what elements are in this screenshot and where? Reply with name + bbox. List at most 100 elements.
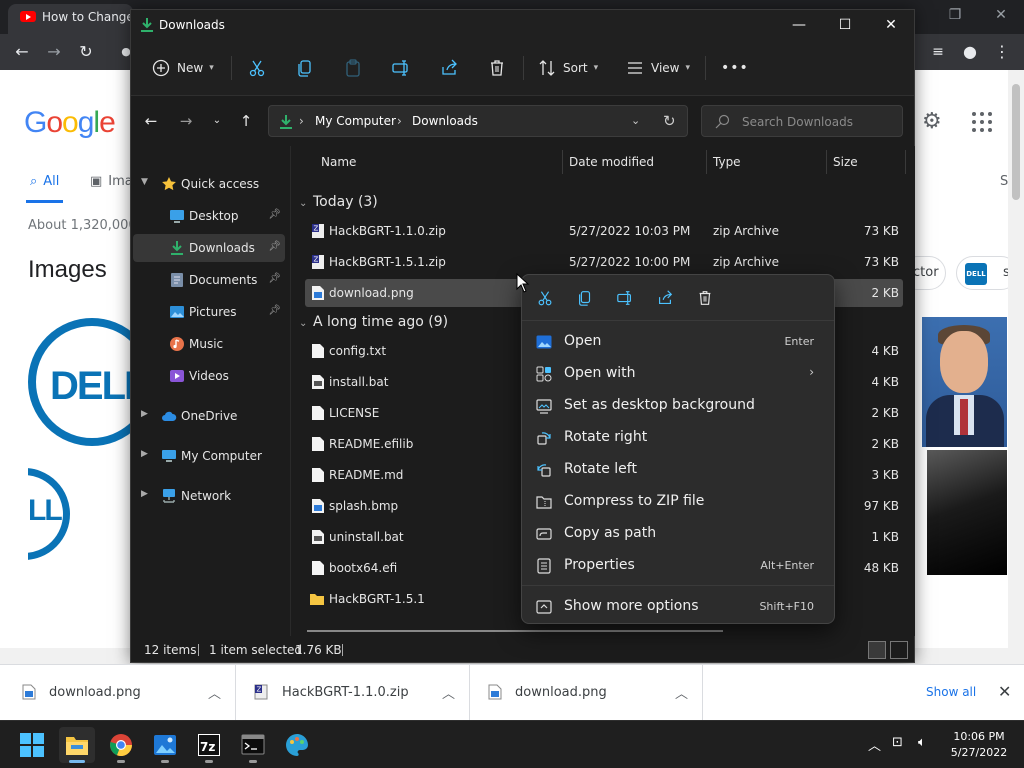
chrome-close-icon[interactable]: ✕ [978, 0, 1024, 30]
search-box[interactable]: Search Downloads [701, 105, 903, 137]
nav-pictures[interactable]: Pictures 📌︎ [133, 298, 285, 326]
taskbar-terminal[interactable] [235, 727, 271, 763]
menu-item-set-desktop-background[interactable]: Set as desktop background [528, 390, 828, 422]
new-button[interactable]: New ▾ [151, 56, 214, 80]
chevron-up-icon[interactable]: ︿ [675, 683, 688, 702]
large-icons-view-icon[interactable] [890, 641, 908, 659]
refresh-icon[interactable]: ↻ [663, 112, 676, 130]
menu-item-open[interactable]: Open Enter [528, 326, 828, 358]
nav-quick-access[interactable]: ▼ Quick access [133, 170, 285, 198]
nav-videos[interactable]: Videos [133, 362, 285, 390]
taskbar-chrome[interactable] [103, 727, 139, 763]
chrome-tab[interactable]: How to Change [8, 4, 133, 34]
cut-button[interactable] [247, 56, 267, 80]
back-arrow-icon[interactable]: ← [10, 40, 34, 64]
menu-item-compress-zip[interactable]: Compress to ZIP file [528, 486, 828, 518]
breadcrumb-chevron-icon[interactable]: › [397, 114, 402, 128]
gear-icon[interactable]: ⚙ [922, 110, 946, 134]
taskbar-file-explorer[interactable] [59, 727, 95, 763]
forward-arrow-icon[interactable]: → [42, 40, 66, 64]
taskbar-photos[interactable] [147, 727, 183, 763]
chevron-up-icon[interactable]: ︿ [868, 735, 881, 754]
more-options-button[interactable]: ••• [721, 56, 749, 80]
column-header-name[interactable]: Name [321, 155, 356, 169]
taskbar-7zip[interactable]: 7z [191, 727, 227, 763]
nav-network[interactable]: ▶ Network [133, 482, 285, 510]
download-item[interactable]: download.png ︿ [470, 665, 703, 721]
menu-item-properties[interactable]: Properties Alt+Enter [528, 550, 828, 582]
breadcrumb-downloads[interactable]: Downloads [412, 114, 478, 128]
chevron-up-icon[interactable]: ︿ [208, 683, 221, 702]
menu-item-show-more-options[interactable]: Show more options Shift+F10 [528, 591, 828, 623]
up-arrow-icon[interactable]: ↑ [234, 109, 258, 133]
trash-icon[interactable] [696, 289, 714, 307]
chevron-down-icon[interactable]: ▼ [141, 177, 148, 187]
download-item[interactable]: Z HackBGRT-1.1.0.zip ︿ [236, 665, 470, 721]
profile-icon[interactable]: ● [958, 40, 982, 64]
nav-music[interactable]: Music [133, 330, 285, 358]
chevron-up-icon[interactable]: ︿ [442, 683, 455, 702]
vertical-scrollbar[interactable] [1008, 70, 1024, 664]
rename-button[interactable] [391, 56, 411, 80]
group-header-long-ago[interactable]: ⌄ A long time ago (9) [299, 314, 448, 330]
start-button[interactable] [14, 727, 50, 763]
share-button[interactable] [439, 56, 459, 80]
close-icon[interactable]: ✕ [868, 10, 914, 40]
nav-desktop[interactable]: Desktop 📌︎ [133, 202, 285, 230]
volume-icon[interactable]: 🔈︎ [918, 735, 926, 750]
recent-locations-icon[interactable]: ⌄ [205, 109, 229, 133]
view-button[interactable]: View ▾ [625, 56, 690, 80]
person-photo[interactable] [922, 317, 1007, 447]
forward-arrow-icon[interactable]: → [174, 109, 198, 133]
nav-my-computer[interactable]: ▶ My Computer [133, 442, 285, 470]
scrollbar-thumb[interactable] [1012, 84, 1020, 200]
tab-images[interactable]: ▣ Ima [90, 174, 133, 189]
chevron-right-icon[interactable]: ▶ [141, 409, 148, 419]
show-all-downloads-link[interactable]: Show all [926, 685, 976, 699]
paste-button[interactable] [343, 56, 363, 80]
clock[interactable]: 10:06 PM 5/27/2022 [944, 729, 1014, 761]
column-header-date[interactable]: Date modified [569, 155, 654, 169]
address-dropdown-icon[interactable]: ⌄ [631, 114, 640, 127]
list-horizontal-scrollbar[interactable] [307, 630, 723, 632]
back-arrow-icon[interactable]: ← [139, 109, 163, 133]
taskbar-paint[interactable] [279, 727, 315, 763]
address-bar[interactable]: › My Computer › Downloads ⌄ ↻ [268, 105, 688, 137]
nav-downloads[interactable]: Downloads 📌︎ [133, 234, 285, 262]
delete-button[interactable] [487, 56, 507, 80]
laptop-photo[interactable] [927, 450, 1007, 575]
group-header-today[interactable]: ⌄ Today (3) [299, 194, 378, 210]
details-view-icon[interactable] [868, 641, 886, 659]
sort-button[interactable]: Sort ▾ [537, 56, 598, 80]
column-header-type[interactable]: Type [713, 155, 741, 169]
chevron-right-icon[interactable]: ▶ [141, 489, 148, 499]
minimize-icon[interactable]: — [776, 10, 822, 40]
close-icon[interactable]: ✕ [998, 682, 1011, 701]
breadcrumb-chevron-icon[interactable]: › [299, 114, 304, 128]
google-logo[interactable]: Google [24, 106, 116, 140]
menu-item-copy-as-path[interactable]: Copy as path [528, 518, 828, 550]
rename-icon[interactable] [616, 289, 634, 307]
chevron-right-icon[interactable]: ▶ [141, 449, 148, 459]
dell-logo-image-2[interactable]: LL [28, 468, 70, 560]
chrome-restore-icon[interactable]: ❐ [932, 0, 978, 30]
menu-item-open-with[interactable]: Open with › [528, 358, 828, 390]
dell-logo-image[interactable]: DELL [28, 318, 138, 446]
file-row[interactable]: Z HackBGRT-1.1.0.zip 5/27/2022 10:03 PM … [305, 217, 903, 245]
chrome-menu-icon[interactable]: ⋮ [990, 40, 1014, 64]
file-row[interactable]: Z HackBGRT-1.5.1.zip 5/27/2022 10:00 PM … [305, 248, 903, 276]
menu-item-rotate-left[interactable]: Rotate left [528, 454, 828, 486]
nav-documents[interactable]: Documents 📌︎ [133, 266, 285, 294]
google-apps-icon[interactable] [972, 112, 992, 132]
tab-all[interactable]: ⌕ All [25, 174, 64, 203]
copy-button[interactable] [295, 56, 315, 80]
network-icon[interactable]: ⊡ [892, 735, 903, 750]
nav-onedrive[interactable]: ▶ OneDrive [133, 402, 285, 430]
download-item[interactable]: download.png ︿ [0, 665, 236, 721]
menu-item-rotate-right[interactable]: Rotate right [528, 422, 828, 454]
column-header-size[interactable]: Size [833, 155, 858, 169]
maximize-icon[interactable]: ☐ [822, 10, 868, 40]
share-icon[interactable] [656, 289, 674, 307]
scissors-icon[interactable] [536, 289, 554, 307]
reload-icon[interactable]: ↻ [74, 40, 98, 64]
